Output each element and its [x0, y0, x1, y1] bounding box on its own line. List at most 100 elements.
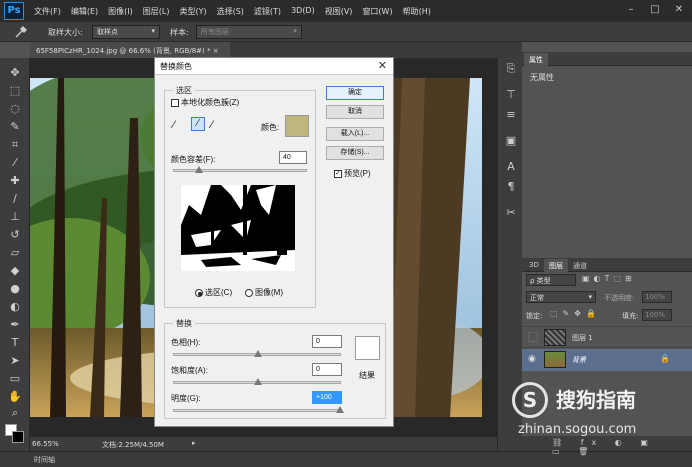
brush-tool-icon[interactable]: / [8, 192, 22, 206]
dodge-tool-icon[interactable]: ◐ [8, 300, 22, 314]
lock-icons[interactable]: ⬚✎✥🔒 [550, 309, 601, 318]
lasso-tool-icon[interactable]: ◌ [8, 102, 22, 116]
brush-preset-icon[interactable]: ⊤ [504, 88, 518, 102]
selection-color-swatch[interactable] [285, 115, 309, 137]
paragraph-icon[interactable]: ¶ [504, 180, 518, 194]
stamp-tool-icon[interactable]: ⊥ [8, 210, 22, 224]
lock-icon: 🔒 [660, 354, 670, 363]
fuzziness-field[interactable]: 40 [279, 151, 307, 164]
minimize-button[interactable]: – [622, 4, 640, 16]
sample-size-select[interactable]: 取样点 ▾ [92, 25, 160, 39]
radio-selection[interactable]: 选区(C) [195, 287, 232, 298]
hand-tool-icon[interactable]: ✋ [8, 390, 22, 404]
quick-select-tool-icon[interactable]: ✎ [8, 120, 22, 134]
opacity-field[interactable]: 100% [642, 291, 672, 303]
history-brush-icon[interactable]: ↺ [8, 228, 22, 242]
hue-label: 色相(H): [171, 338, 201, 347]
document-tab[interactable]: 65F58PICzHR_1024.jpg @ 66.6% (背景, RGB/8#… [30, 42, 230, 58]
lock-label: 锁定: [526, 312, 543, 320]
move-tool-icon[interactable]: ✥ [8, 66, 22, 80]
healing-tool-icon[interactable]: ✚ [8, 174, 22, 188]
hue-field[interactable]: 0 [312, 335, 342, 348]
menu-help[interactable]: 帮助(H) [403, 6, 431, 17]
status-arrow-icon[interactable]: ▸ [192, 439, 196, 447]
layer-filter-select[interactable]: ρ 类型 [526, 274, 576, 286]
eyedropper-tool-icon[interactable]: ⁄ [8, 156, 22, 170]
eyedropper-minus-icon[interactable]: ⁄ [211, 119, 223, 131]
layer-name[interactable]: 图层 1 [572, 333, 593, 343]
menu-filter[interactable]: 滤镜(T) [254, 6, 281, 17]
filter-icons[interactable]: ▣◐T⬚⊞ [582, 274, 636, 283]
eyedropper-icon[interactable] [14, 25, 30, 39]
selection-group: 选区 本地化颜色簇(Z) ⁄ ⁄ ⁄ 颜色: 颜色容差(F): 40 选区(C)… [164, 85, 316, 308]
localized-clusters-checkbox[interactable]: 本地化颜色簇(Z) [171, 97, 239, 108]
menu-layer[interactable]: 图层(L) [143, 6, 170, 17]
menu-image[interactable]: 图像(I) [108, 6, 133, 17]
sample-select[interactable]: 所有图层 ▾ [196, 25, 302, 39]
tab-properties[interactable]: 属性 [524, 53, 548, 66]
status-bar: 66.55% 文档:2.25M/4.50M ▸ [30, 437, 522, 451]
saturation-slider[interactable] [173, 378, 341, 385]
lightness-slider[interactable] [173, 406, 344, 413]
radio-image[interactable]: 图像(M) [245, 287, 283, 298]
character-icon[interactable]: A [504, 160, 518, 174]
eyedropper-icon[interactable]: ⁄ [173, 119, 185, 131]
dialog-close-icon[interactable]: ✕ [378, 59, 387, 72]
layer-row-selected[interactable]: ◉ 背景 🔒 [522, 349, 692, 371]
eyedropper-plus-icon[interactable]: ⁄ [191, 117, 205, 131]
marquee-tool-icon[interactable]: ⬚ [8, 84, 22, 98]
lightness-label: 明度(G): [171, 394, 201, 403]
menu-3d[interactable]: 3D(D) [291, 6, 315, 17]
tab-layers[interactable]: 图层 [544, 259, 568, 272]
adjust-icon[interactable]: ≡ [504, 108, 518, 122]
tool-preset-icon[interactable]: ▣ [504, 134, 518, 148]
menu-file[interactable]: 文件(F) [34, 6, 61, 17]
saturation-field[interactable]: 0 [312, 363, 342, 376]
background-color-swatch[interactable] [12, 431, 24, 443]
menu-window[interactable]: 窗口(W) [362, 6, 392, 17]
shape-tool-icon[interactable]: ▭ [8, 372, 22, 386]
result-color-swatch[interactable] [355, 336, 380, 360]
selection-group-label: 选区 [173, 85, 195, 96]
eraser-tool-icon[interactable]: ▱ [8, 246, 22, 260]
menu-select[interactable]: 选择(S) [217, 6, 244, 17]
hue-slider[interactable] [173, 350, 341, 357]
fuzziness-slider[interactable] [173, 166, 307, 173]
menu-view[interactable]: 视图(V) [325, 6, 353, 17]
history-icon[interactable]: ⎘ [504, 62, 518, 76]
blur-tool-icon[interactable]: ● [8, 282, 22, 296]
zoom-level[interactable]: 66.55% [32, 440, 59, 448]
menu-edit[interactable]: 编辑(E) [71, 6, 98, 17]
layer-name[interactable]: 背景 [572, 355, 586, 365]
cancel-button[interactable]: 取消 [326, 105, 384, 119]
timeline-label[interactable]: 时间轴 [34, 455, 55, 465]
paint-bucket-icon[interactable]: ◆ [8, 264, 22, 278]
layer-row[interactable]: 图层 1 [522, 326, 692, 348]
zoom-tool-icon[interactable]: ⌕ [8, 406, 22, 420]
menu-type[interactable]: 类型(Y) [179, 6, 206, 17]
type-tool-icon[interactable]: T [8, 336, 22, 350]
save-button[interactable]: 存储(S)... [326, 146, 384, 160]
load-button[interactable]: 载入(L)... [326, 127, 384, 141]
crop-tool-icon[interactable]: ⌗ [8, 138, 22, 152]
pen-tool-icon[interactable]: ✒ [8, 318, 22, 332]
lightness-field[interactable]: +100 [312, 391, 342, 404]
ok-button[interactable]: 确定 [326, 86, 384, 100]
visibility-toggle[interactable] [528, 332, 538, 342]
tools-icon[interactable]: ✂ [504, 206, 518, 220]
tab-3d[interactable]: 3D [524, 259, 544, 272]
tab-channels[interactable]: 通道 [568, 259, 592, 272]
fill-field[interactable]: 100% [642, 309, 672, 321]
preview-checkbox[interactable]: ✓ 预览(P) [334, 168, 371, 179]
maximize-button[interactable]: □ [646, 4, 664, 16]
dialog-titlebar[interactable]: 替换颜色 ✕ [155, 58, 393, 75]
close-window-button[interactable]: ✕ [670, 4, 688, 16]
sample-label: 样本: [170, 28, 189, 37]
eye-icon[interactable]: ◉ [528, 354, 536, 364]
properties-empty: 无属性 [530, 73, 554, 82]
path-select-icon[interactable]: ➤ [8, 354, 22, 368]
tab-close-icon[interactable]: × [213, 47, 219, 55]
blend-mode-select[interactable]: 正常 ▾ [526, 291, 596, 303]
sample-size-label: 取样大小: [48, 28, 83, 37]
color-label: 颜色: [261, 123, 280, 132]
